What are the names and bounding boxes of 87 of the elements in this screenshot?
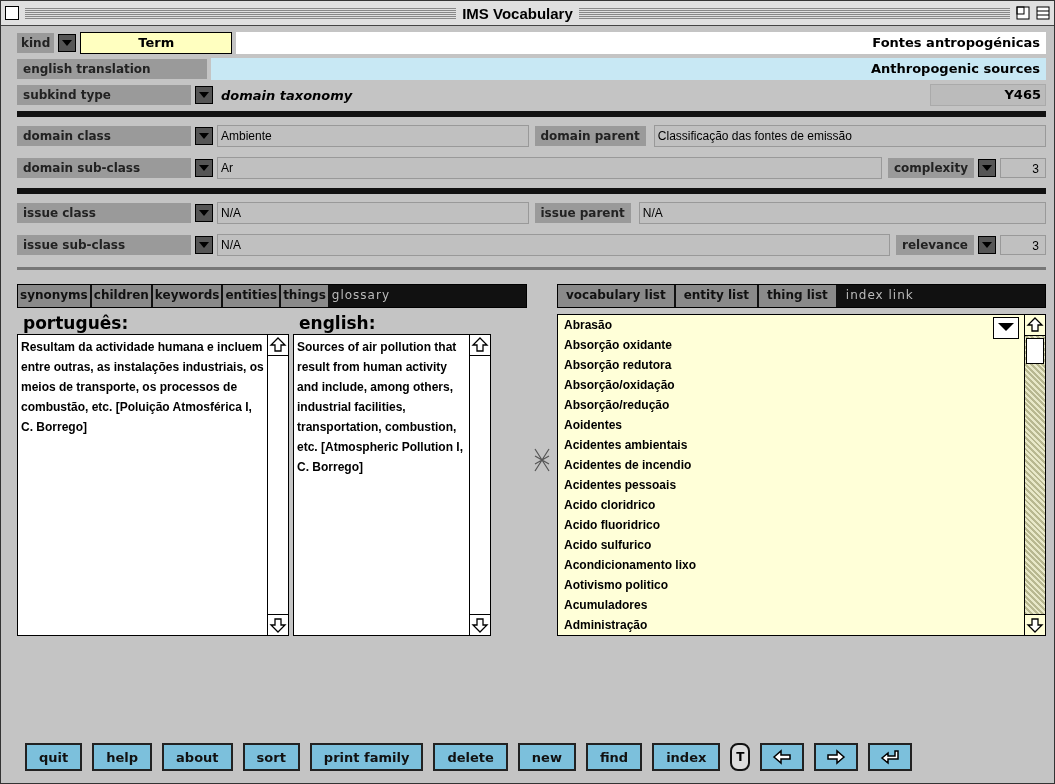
subkind-value: domain taxonomy	[220, 87, 354, 103]
list-item[interactable]: Absorção/oxidação	[564, 375, 1024, 395]
list-item[interactable]: Acido cloridrico	[564, 495, 1024, 515]
field-label: domain parent	[534, 126, 646, 146]
list-item[interactable]: Acumuladores	[564, 595, 1024, 615]
field-label: issue class	[17, 203, 191, 223]
list-item[interactable]: Acondicionamento lixo	[564, 555, 1024, 575]
right-arrow-icon	[825, 749, 848, 765]
back-button[interactable]	[760, 743, 805, 771]
list-item[interactable]: Absorção/redução	[564, 395, 1024, 415]
dropdown-icon[interactable]	[58, 34, 77, 52]
zoom-box-icon[interactable]	[1016, 6, 1030, 20]
tab[interactable]: synonyms	[18, 285, 92, 307]
toolbar-button[interactable]: index	[652, 743, 721, 771]
list-item[interactable]: Administração	[564, 615, 1024, 635]
translation-field[interactable]: Anthropogenic sources	[211, 58, 1046, 80]
field-label: complexity	[887, 158, 974, 178]
list-item[interactable]: Acido sulfurico	[564, 535, 1024, 555]
window-title: IMS Vocabulary	[462, 4, 573, 22]
kind-field[interactable]: Term	[80, 32, 233, 54]
text-field[interactable]: N/A	[217, 234, 890, 256]
scroll-track[interactable]	[470, 355, 490, 615]
forward-button[interactable]	[814, 743, 859, 771]
tab[interactable]: keywords	[152, 285, 224, 307]
return-arrow-icon	[879, 749, 902, 765]
toolbar-button[interactable]: quit	[25, 743, 83, 771]
scroll-track[interactable]	[268, 355, 288, 615]
collapse-box-icon[interactable]	[1036, 6, 1050, 20]
column-heading: english:	[298, 312, 377, 334]
list-item[interactable]: Aoidentes	[564, 415, 1024, 435]
field-label: issue parent	[534, 203, 631, 223]
list-item[interactable]: Acidentes de incendio	[564, 455, 1024, 475]
field-label: relevance	[895, 235, 974, 255]
list-item[interactable]: Abrasão	[564, 315, 1024, 335]
list-item[interactable]: Absorção redutora	[564, 355, 1024, 375]
toolbar-button[interactable]: help	[92, 743, 153, 771]
toolbar-button[interactable]: delete	[433, 743, 508, 771]
list-item[interactable]: Aotivismo politico	[564, 575, 1024, 595]
vocabulary-list[interactable]	[557, 314, 1046, 636]
tab[interactable]: thing list	[759, 285, 838, 307]
field-label: subkind type	[17, 85, 191, 105]
text-area[interactable]: Resultam da actividade humana e incluem entre outras, as instalações industriais, os meios de transporte, os processos de combustão, etc. [Poluição Atmosférica I, C. Borrego]	[17, 334, 289, 636]
tab[interactable]: vocabulary list	[558, 285, 676, 307]
scroll-up-icon[interactable]	[269, 335, 287, 355]
field-label: issue sub-class	[17, 235, 191, 255]
list-item[interactable]: Acido fluoridrico	[564, 515, 1024, 535]
text-area[interactable]: Sources of air pollution that result from human activity and include, among others, industrial facilities, transportation, combustion, etc. [Atmospheric Pollution I, C. Borrego]	[293, 334, 491, 636]
list-item[interactable]: Acidentes ambientais	[564, 435, 1024, 455]
field-label: domain class	[17, 126, 191, 146]
code-field: Y465	[930, 84, 1046, 106]
toolbar-button[interactable]: print family	[309, 743, 424, 771]
close-box[interactable]	[5, 6, 19, 20]
tab[interactable]: things	[281, 285, 330, 307]
text-field[interactable]: 3	[1000, 158, 1046, 178]
scroll-down-icon[interactable]	[1026, 615, 1044, 635]
text-field[interactable]: Ar	[217, 157, 882, 179]
title-field[interactable]: Fontes antropogénicas	[236, 32, 1046, 54]
list-item[interactable]: Absorção oxidante	[564, 335, 1024, 355]
definition-text: Sources of air pollution that result from human activity and include, among others, industrial facilities, transportation, combustion, etc. [Atmospheric Pollution I, C. Borrego]	[296, 339, 464, 476]
cross-hatch-icon	[534, 448, 550, 472]
text-field[interactable]: Ambiente	[217, 125, 529, 147]
scroll-up-icon[interactable]	[1026, 315, 1044, 335]
field-label: english translation	[17, 59, 207, 79]
list-item[interactable]: Acidentes pessoais	[564, 475, 1024, 495]
tab[interactable]: entities	[223, 285, 282, 307]
text-field[interactable]: 3	[1000, 235, 1046, 255]
dropdown-icon[interactable]	[993, 317, 1019, 339]
scroll-up-icon[interactable]	[471, 335, 489, 355]
toolbar-button[interactable]: new	[517, 743, 576, 771]
scroll-thumb[interactable]	[1026, 338, 1044, 364]
scroll-down-icon[interactable]	[471, 615, 489, 635]
tab[interactable]: children	[91, 285, 153, 307]
toolbar-button[interactable]: sort	[242, 743, 300, 771]
field-label: kind	[17, 33, 55, 53]
left-arrow-icon	[771, 749, 794, 765]
scroll-down-icon[interactable]	[269, 615, 287, 635]
text-field[interactable]: N/A	[638, 202, 1046, 224]
text-field[interactable]: Classificação das fontes de emissão	[653, 125, 1046, 147]
definition-text: Resultam da actividade humana e incluem entre outras, as instalações industriais, os meios de transporte, os processos de combustão, etc. [Poluição Atmosférica I, C. Borrego]	[20, 339, 265, 436]
toolbar-button[interactable]: about	[162, 743, 233, 771]
text-field[interactable]: N/A	[217, 202, 529, 224]
token-button[interactable]: T	[730, 743, 751, 771]
column-heading: português:	[22, 312, 130, 334]
toolbar-button[interactable]: find	[585, 743, 643, 771]
return-button[interactable]	[868, 743, 913, 771]
tab[interactable]: entity list	[675, 285, 760, 307]
field-label: domain sub-class	[17, 158, 191, 178]
